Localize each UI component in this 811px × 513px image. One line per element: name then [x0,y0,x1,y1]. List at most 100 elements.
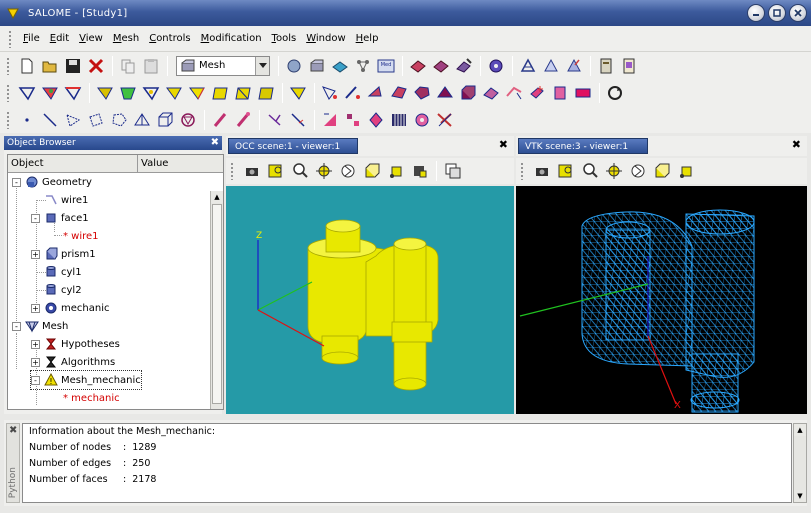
tetra-button[interactable] [131,109,153,131]
control-length-button[interactable] [62,82,84,104]
collapse-icon[interactable]: - [12,321,21,331]
expand-icon[interactable]: + [31,357,40,367]
diagonal-inversion-button[interactable] [209,109,231,131]
control-warping-button[interactable] [186,82,208,104]
menu-mesh[interactable]: Mesh [108,26,144,52]
create-submesh-button[interactable] [430,55,452,77]
collapse-icon[interactable]: - [31,213,40,223]
tree-item[interactable]: + Hypotheses [31,335,120,353]
hypothesis-2-button[interactable] [540,55,562,77]
supervision-module-button[interactable] [352,55,374,77]
orientation-button[interactable] [264,109,286,131]
menu-modification[interactable]: Modification [196,26,267,52]
minimize-button[interactable] [747,4,765,22]
view-front-button[interactable] [650,160,674,182]
smoothing-button[interactable] [319,109,341,131]
clipping-button[interactable] [408,160,432,182]
polygon-button[interactable] [108,109,130,131]
add-quadrangle-button[interactable] [388,82,410,104]
hypothesis-3-button[interactable] [563,55,585,77]
close-icon[interactable]: ✖ [211,137,219,149]
rotate-button[interactable] [626,160,650,182]
control-free-borders-button[interactable] [16,82,38,104]
column-object[interactable]: Object [8,155,138,172]
dump-view-button[interactable] [530,160,554,182]
display-entity-button[interactable] [572,82,594,104]
expand-icon[interactable]: + [31,339,40,349]
scroll-up-icon[interactable]: ▲ [211,191,223,203]
close-document-button[interactable] [85,55,107,77]
compute-mesh-button[interactable] [485,55,507,77]
rotate-button[interactable] [336,160,360,182]
tree-item[interactable]: + mechanic [31,299,109,317]
tree-item[interactable]: cyl2 [31,281,82,299]
vtk-viewport[interactable]: X [516,186,807,414]
control-aspect-ratio-button[interactable] [140,82,162,104]
quadrangle-button[interactable] [85,109,107,131]
expand-icon[interactable]: + [31,303,40,313]
add-polyhedron-button[interactable] [480,82,502,104]
control-multi-edges-button[interactable] [39,82,61,104]
menu-help[interactable]: Help [351,26,384,52]
edit-mesh-button[interactable] [453,55,475,77]
maximize-button[interactable] [768,4,786,22]
view-front-button[interactable] [360,160,384,182]
cutting-button[interactable] [287,109,309,131]
python-console-output[interactable]: Information about the Mesh_mechanic: Num… [22,423,792,503]
control-max-element-button[interactable] [287,82,309,104]
menu-edit[interactable]: Edit [45,26,74,52]
union-triangles-button[interactable] [232,109,254,131]
menu-view[interactable]: View [74,26,108,52]
fit-all-button[interactable] [554,160,578,182]
scrollbar-thumb[interactable] [212,204,222,404]
add-tetrahedron-button[interactable] [434,82,456,104]
sewing-button[interactable] [411,109,433,131]
extrusion-button[interactable] [342,109,364,131]
zoom-button[interactable] [288,160,312,182]
close-icon[interactable]: ✖ [792,138,801,151]
control-taper-button[interactable] [117,82,139,104]
tree-item[interactable]: - Geometry [12,173,92,191]
occ-viewport[interactable]: Z [226,186,514,414]
menu-file[interactable]: File [18,26,45,52]
close-icon[interactable]: ✖ [9,425,17,436]
info-button[interactable] [595,55,617,77]
control-volume-button[interactable] [232,82,254,104]
python-console-scrollbar[interactable]: ▲ ▼ [793,423,807,503]
post-pro-module-button[interactable] [329,55,351,77]
renumber-button[interactable] [549,82,571,104]
control-min-angle-button[interactable] [163,82,185,104]
scroll-down-icon[interactable]: ▼ [794,490,806,502]
report-button[interactable] [618,55,640,77]
edge-button[interactable] [39,109,61,131]
control-skew-button[interactable] [209,82,231,104]
paste-button[interactable] [140,55,162,77]
hexa-button[interactable] [154,109,176,131]
close-icon[interactable]: ✖ [499,138,508,151]
mesh-module-button[interactable] [306,55,328,77]
control-area-button[interactable] [94,82,116,104]
add-triangle-button[interactable] [365,82,387,104]
scroll-up-icon[interactable]: ▲ [794,424,806,436]
tree-item[interactable]: * mechanic [50,389,120,407]
zoom-button[interactable] [578,160,602,182]
pan-button[interactable] [602,160,626,182]
tree-item[interactable]: wire1 [31,191,88,209]
tab-occ-viewer[interactable]: OCC scene:1 - viewer:1 [228,138,358,154]
module-selector[interactable]: Mesh [176,55,270,76]
copy-button[interactable] [117,55,139,77]
tree-item[interactable]: -! Mesh_mechanic [30,370,142,390]
triangle-button[interactable] [62,109,84,131]
close-window-button[interactable] [789,4,807,22]
menu-window[interactable]: Window [301,26,350,52]
save-button[interactable] [62,55,84,77]
column-value[interactable]: Value [138,155,223,172]
pan-button[interactable] [312,160,336,182]
fit-all-button[interactable] [264,160,288,182]
pattern-button[interactable] [388,109,410,131]
tree-item[interactable]: - face1 [31,209,89,227]
add-polygon-button[interactable] [411,82,433,104]
geometry-module-button[interactable] [283,55,305,77]
revolution-button[interactable] [365,109,387,131]
node-button[interactable] [16,109,38,131]
